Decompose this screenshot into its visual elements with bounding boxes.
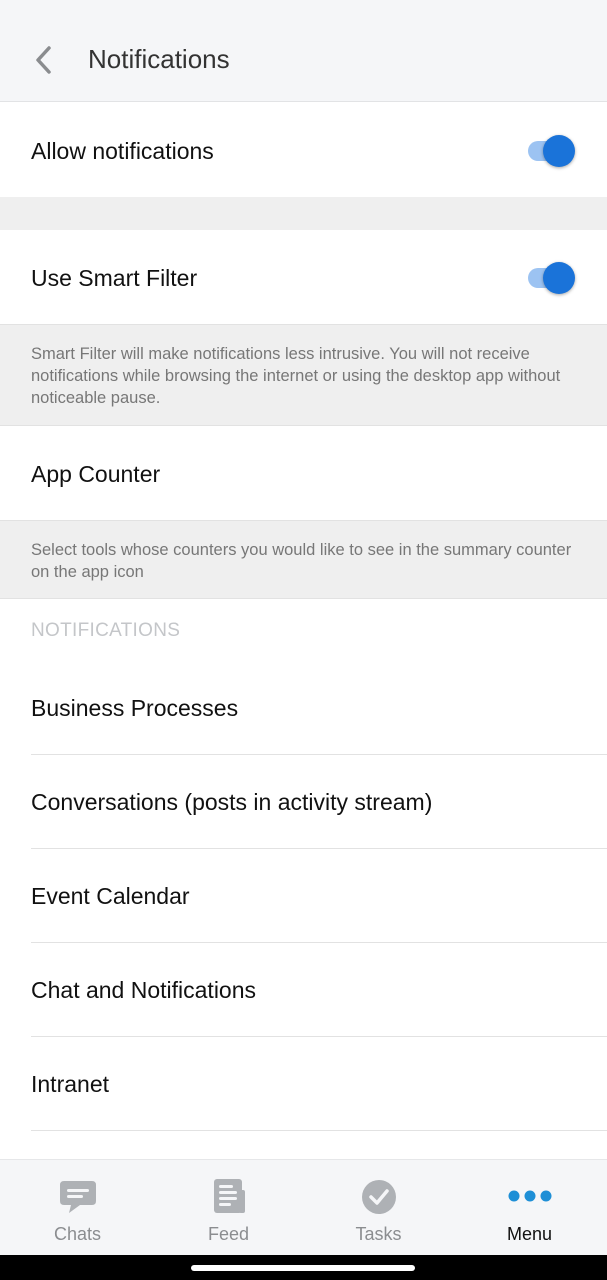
chat-bubble-icon — [59, 1181, 96, 1213]
tab-label: Menu — [506, 1224, 553, 1244]
smart-filter-description-box: Smart Filter will make notifications les… — [0, 324, 607, 426]
more-dots-icon — [508, 1190, 551, 1202]
app-counter-row[interactable]: App Counter — [0, 426, 607, 520]
tab-label: Feed — [207, 1224, 250, 1244]
newspaper-icon — [213, 1179, 245, 1213]
app-counter-label: App Counter — [31, 461, 161, 487]
tab-menu[interactable]: Menu — [454, 1160, 605, 1256]
tab-label: Chats — [53, 1224, 102, 1244]
smart-filter-toggle[interactable] — [524, 260, 580, 294]
list-item-label: Conversations (posts in activity stream) — [31, 789, 433, 815]
allow-notifications-label: Allow notifications — [31, 138, 214, 164]
list-item-chat-and-notifications[interactable]: Chat and Notifications — [0, 943, 607, 1037]
smart-filter-label: Use Smart Filter — [31, 265, 198, 291]
tab-chats[interactable]: Chats — [2, 1160, 153, 1256]
tab-tasks[interactable]: Tasks — [303, 1160, 454, 1256]
allow-notifications-toggle[interactable] — [524, 133, 580, 167]
app-counter-description-box: Select tools whose counters you would li… — [0, 520, 607, 599]
chevron-left-icon — [36, 46, 51, 74]
smart-filter-row[interactable]: Use Smart Filter — [0, 230, 607, 324]
list-item-intranet[interactable]: Intranet — [0, 1037, 607, 1131]
system-navigation-bar — [0, 1255, 607, 1280]
tab-label: Tasks — [355, 1224, 402, 1244]
section-gap — [0, 197, 607, 230]
back-button[interactable] — [26, 42, 60, 78]
list-item-label: Event Calendar — [31, 883, 190, 909]
tab-feed[interactable]: Feed — [153, 1160, 304, 1256]
top-app-bar: Notifications — [0, 0, 607, 102]
page-title: Notifications — [88, 44, 230, 74]
list-item-event-calendar[interactable]: Event Calendar — [0, 849, 607, 943]
smart-filter-description: Smart Filter will make notifications les… — [31, 345, 561, 407]
check-circle-icon — [361, 1180, 396, 1214]
home-indicator[interactable] — [191, 1265, 415, 1271]
bottom-tab-bar: Chats Feed Tasks Menu — [0, 1159, 607, 1255]
list-item-label: Chat and Notifications — [31, 977, 257, 1003]
toggle-knob — [543, 262, 575, 294]
divider — [31, 1130, 607, 1131]
section-header-notifications: NOTIFICATIONS — [31, 620, 181, 641]
list-item-label: Business Processes — [31, 695, 239, 721]
app-counter-description: Select tools whose counters you would li… — [31, 541, 572, 581]
list-item-conversations[interactable]: Conversations (posts in activity stream) — [0, 755, 607, 849]
list-item-label: Intranet — [31, 1071, 109, 1097]
allow-notifications-row[interactable]: Allow notifications — [0, 103, 607, 197]
list-item-business-processes[interactable]: Business Processes — [0, 661, 607, 755]
toggle-knob — [543, 135, 575, 167]
